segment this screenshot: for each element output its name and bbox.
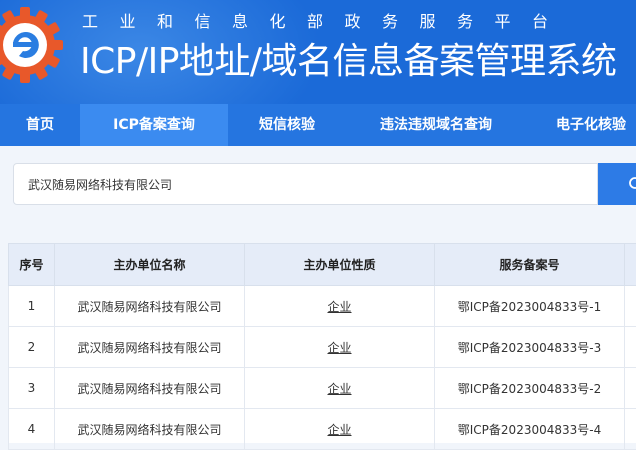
- column-header-record: 服务备案号: [435, 244, 625, 286]
- nav-item-home[interactable]: 首页: [0, 104, 80, 146]
- government-logo-icon: [0, 4, 66, 86]
- cell-extra: [625, 409, 636, 450]
- table-row[interactable]: 1 武汉随易网络科技有限公司 企业 鄂ICP备2023004833号-1: [9, 286, 636, 327]
- cell-record: 鄂ICP备2023004833号-1: [435, 286, 625, 327]
- table-row[interactable]: 4 武汉随易网络科技有限公司 企业 鄂ICP备2023004833号-4: [9, 409, 636, 450]
- table-row[interactable]: 2 武汉随易网络科技有限公司 企业 鄂ICP备2023004833号-3: [9, 327, 636, 368]
- nav-item-icp-query[interactable]: ICP备案查询: [80, 104, 228, 146]
- cell-type-link[interactable]: 企业: [245, 409, 435, 450]
- cell-extra: [625, 327, 636, 368]
- results-table: 序号 主办单位名称 主办单位性质 服务备案号 1 武汉随易网络科技有限公司 企业…: [8, 243, 636, 443]
- cell-index: 1: [9, 286, 55, 327]
- cell-index: 3: [9, 368, 55, 409]
- nav-item-e-verify[interactable]: 电子化核验: [526, 104, 636, 146]
- cell-name: 武汉随易网络科技有限公司: [55, 409, 245, 450]
- table-row[interactable]: 3 武汉随易网络科技有限公司 企业 鄂ICP备2023004833号-2: [9, 368, 636, 409]
- cell-name: 武汉随易网络科技有限公司: [55, 327, 245, 368]
- cell-type-link[interactable]: 企业: [245, 286, 435, 327]
- nav-item-sms-verify[interactable]: 短信核验: [228, 104, 346, 146]
- column-header-extra: [625, 244, 636, 286]
- search-button[interactable]: [598, 163, 636, 205]
- system-title: ICP/IP地址/域名信息备案管理系统: [80, 32, 617, 84]
- column-header-name: 主办单位名称: [55, 244, 245, 286]
- cell-extra: [625, 368, 636, 409]
- search-box: [13, 163, 598, 205]
- cell-record: 鄂ICP备2023004833号-4: [435, 409, 625, 450]
- cell-type-link[interactable]: 企业: [245, 327, 435, 368]
- cell-record: 鄂ICP备2023004833号-3: [435, 327, 625, 368]
- cell-type-link[interactable]: 企业: [245, 368, 435, 409]
- site-header: 工业和信息化部政务服务平台 ICP/IP地址/域名信息备案管理系统: [0, 0, 636, 104]
- cell-name: 武汉随易网络科技有限公司: [55, 286, 245, 327]
- cell-name: 武汉随易网络科技有限公司: [55, 368, 245, 409]
- table-header-row: 序号 主办单位名称 主办单位性质 服务备案号: [9, 244, 636, 286]
- cell-index: 4: [9, 409, 55, 450]
- cell-record: 鄂ICP备2023004833号-2: [435, 368, 625, 409]
- search-icon: [628, 176, 636, 192]
- search-input[interactable]: [14, 164, 588, 204]
- cell-extra: [625, 286, 636, 327]
- nav-item-illegal-domain[interactable]: 违法违规域名查询: [346, 104, 526, 146]
- column-header-index: 序号: [9, 244, 55, 286]
- main-nav: 首页 ICP备案查询 短信核验 违法违规域名查询 电子化核验: [0, 104, 636, 146]
- cell-index: 2: [9, 327, 55, 368]
- column-header-type: 主办单位性质: [245, 244, 435, 286]
- ministry-title: 工业和信息化部政务服务平台: [82, 8, 636, 32]
